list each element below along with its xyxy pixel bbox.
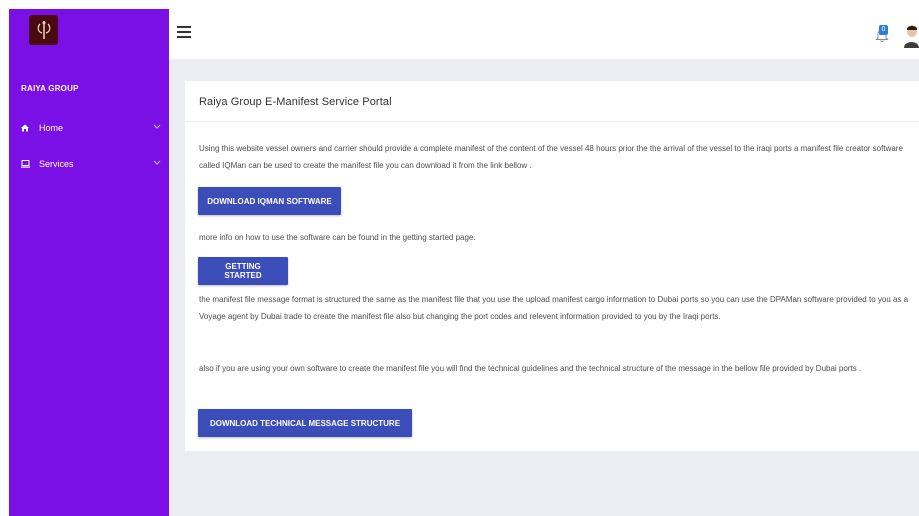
page-title: Raiya Group E-Manifest Service Portal: [199, 96, 392, 108]
notification-bell-icon[interactable]: 0: [875, 25, 889, 43]
chevron-down-icon: [153, 158, 161, 168]
format-paragraph: the manifest file message format is stru…: [199, 295, 909, 321]
avatar[interactable]: [904, 24, 919, 48]
menu-toggle-icon[interactable]: [177, 26, 191, 40]
download-iqman-button[interactable]: DOWNLOAD IQMAN SOFTWARE: [198, 187, 341, 215]
intro-paragraph: Using this website vessel owners and car…: [199, 144, 903, 170]
download-technical-structure-button[interactable]: DOWNLOAD TECHNICAL MESSAGE STRUCTURE: [198, 409, 412, 437]
laptop-icon: [21, 160, 33, 168]
divider: [185, 121, 919, 122]
sidebar-item-label: Home: [39, 123, 64, 133]
sidebar: RAIYA GROUP: [9, 9, 169, 516]
getting-started-info: more info on how to use the software can…: [199, 233, 476, 242]
sidebar-item-services[interactable]: Services: [21, 157, 161, 171]
sidebar-item-label: Services: [39, 159, 74, 169]
top-header: 0: [169, 9, 919, 59]
chevron-down-icon: [153, 122, 161, 132]
getting-started-button[interactable]: GETTING STARTED: [198, 257, 288, 285]
notification-badge: 0: [879, 25, 888, 35]
home-icon: [21, 124, 33, 132]
portal-card: [185, 81, 919, 451]
sidebar-item-home[interactable]: Home: [21, 121, 161, 135]
logo-mark-icon: [37, 21, 50, 39]
technical-paragraph: also if you are using your own software …: [199, 364, 862, 373]
logo[interactable]: [29, 15, 58, 45]
brand-name: RAIYA GROUP: [21, 84, 79, 93]
